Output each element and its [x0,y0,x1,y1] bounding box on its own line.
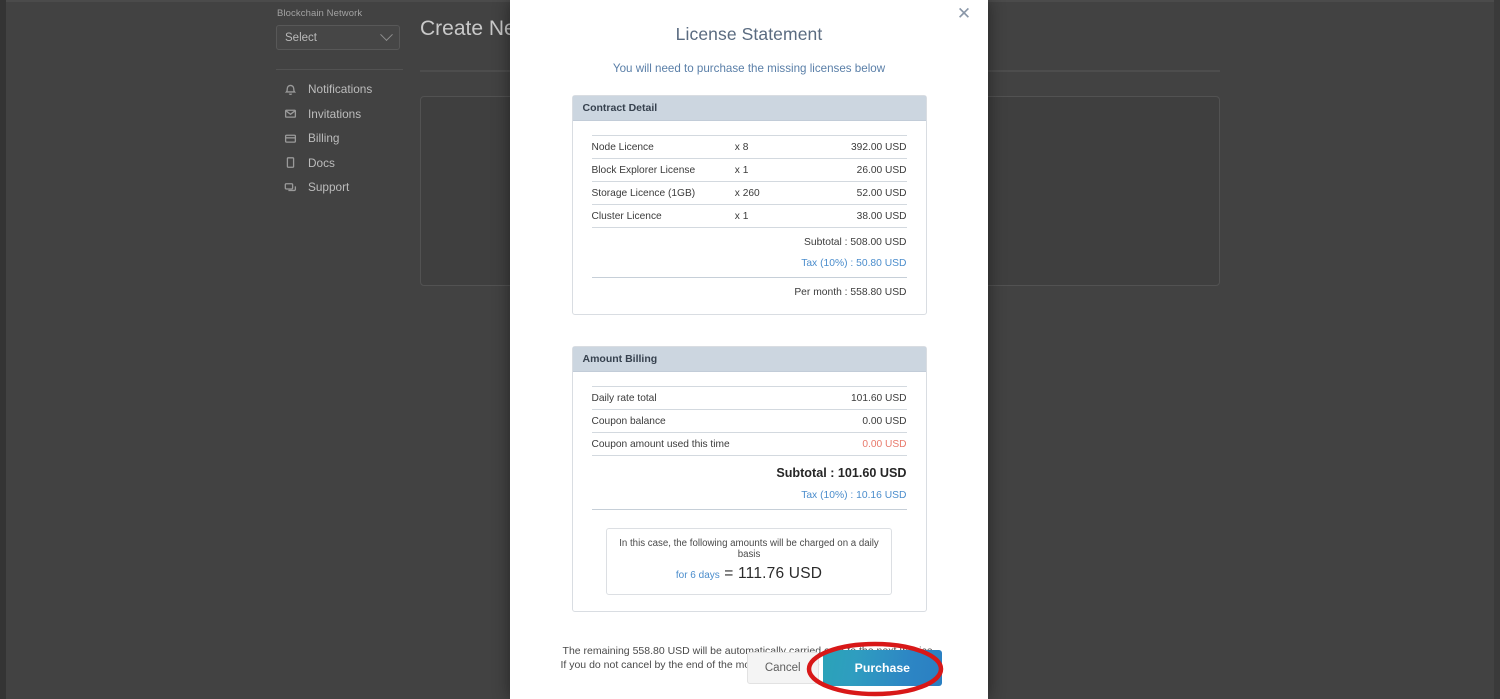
table-row: Daily rate total 101.60 USD [591,386,907,410]
amount-billing-heading: Amount Billing [572,347,926,372]
daily-charge-days: for 6 days [675,570,720,581]
purchase-button[interactable]: Purchase [822,650,942,686]
credit-card-icon [284,132,297,145]
modal-actions: Cancel Purchase [510,650,988,686]
sidebar-item-label: Docs [308,155,335,170]
billing-total-divider [591,509,907,510]
sidebar-item-support[interactable]: Support [284,180,406,194]
line-item-name: Cluster Licence [591,204,735,228]
contract-per-month: Per month : 558.80 USD [794,287,907,298]
window-right-edge [1494,0,1500,699]
amount-billing-panel: Amount Billing Daily rate total 101.60 U… [571,346,927,612]
contract-detail-heading: Contract Detail [572,96,926,121]
sidebar-item-label: Notifications [308,82,373,96]
line-item-amount: 101.60 USD [816,386,907,410]
daily-charge-box: In this case, the following amounts will… [606,528,892,595]
billing-line-items-table: Daily rate total 101.60 USD Coupon balan… [591,386,907,456]
license-statement-modal: ✕ License Statement You will need to pur… [510,0,988,699]
table-row: Coupon balance 0.00 USD [591,409,907,433]
sidebar-item-label: Invitations [308,106,362,121]
sidebar-nav: Notifications Invitations Billing Docs S… [276,82,406,194]
bell-icon [284,83,297,96]
modal-subtitle: You will need to purchase the missing li… [612,62,886,75]
daily-charge-total: = 111.76 USD [724,565,823,582]
contract-tax: Tax (10%) : 50.80 USD [801,258,907,269]
daily-charge-amount: for 6 days = 111.76 USD [617,565,881,583]
daily-charge-note: In this case, the following amounts will… [619,538,879,560]
select-value: Select [285,31,317,44]
contract-detail-body: Node Licence x 8 392.00 USD Block Explor… [573,121,926,314]
sidebar: Blockchain Network Select Notifications … [276,8,406,194]
line-item-amount: 0.00 USD [816,409,907,433]
line-item-amount: 38.00 USD [829,204,907,228]
line-item-name: Node Licence [591,135,735,159]
app-root: Create New Blockchain Network Select Not… [0,0,1500,699]
line-item-name: Storage Licence (1GB) [591,181,735,205]
contract-line-items-table: Node Licence x 8 392.00 USD Block Explor… [591,135,907,228]
table-row: Node Licence x 8 392.00 USD [591,135,907,159]
contract-subtotal: Subtotal : 508.00 USD [804,237,907,248]
contract-detail-panel: Contract Detail Node Licence x 8 392.00 … [571,95,927,315]
line-item-qty: x 1 [734,204,830,228]
line-item-name: Coupon amount used this time [591,432,817,456]
line-item-name: Block Explorer License [591,158,735,182]
line-item-amount: 52.00 USD [829,181,907,205]
line-item-name: Daily rate total [591,386,817,410]
sidebar-item-billing[interactable]: Billing [284,131,406,145]
amount-billing-body: Daily rate total 101.60 USD Coupon balan… [573,372,926,611]
line-item-qty: x 8 [734,135,830,159]
document-icon [284,156,297,169]
billing-subtotal: Subtotal : 101.60 USD [776,466,907,480]
envelope-icon [284,107,297,120]
sidebar-item-docs[interactable]: Docs [284,156,406,170]
modal-title: License Statement [675,24,823,44]
cancel-button[interactable]: Cancel [746,652,819,684]
window-left-edge [0,0,6,699]
sidebar-item-invitations[interactable]: Invitations [284,107,406,121]
table-row: Cluster Licence x 1 38.00 USD [591,204,907,228]
line-item-name: Coupon balance [591,409,817,433]
table-row: Coupon amount used this time 0.00 USD [591,432,907,456]
table-row: Storage Licence (1GB) x 260 52.00 USD [591,181,907,205]
chevron-down-icon [380,28,393,42]
line-item-qty: x 260 [734,181,830,205]
sidebar-divider [276,69,403,70]
sidebar-item-notifications[interactable]: Notifications [284,82,406,96]
sidebar-item-label: Support [308,180,350,194]
sidebar-item-label: Billing [308,131,340,145]
blockchain-network-select[interactable]: Select [276,25,400,50]
line-item-amount: 0.00 USD [816,432,907,456]
line-item-qty: x 1 [734,158,830,182]
billing-tax: Tax (10%) : 10.16 USD [801,490,907,501]
line-item-amount: 392.00 USD [829,135,907,159]
chat-bubbles-icon [284,181,297,194]
line-item-amount: 26.00 USD [829,158,907,182]
sidebar-section-label: Blockchain Network [277,8,363,19]
table-row: Block Explorer License x 1 26.00 USD [591,158,907,182]
close-icon[interactable]: ✕ [955,5,973,23]
